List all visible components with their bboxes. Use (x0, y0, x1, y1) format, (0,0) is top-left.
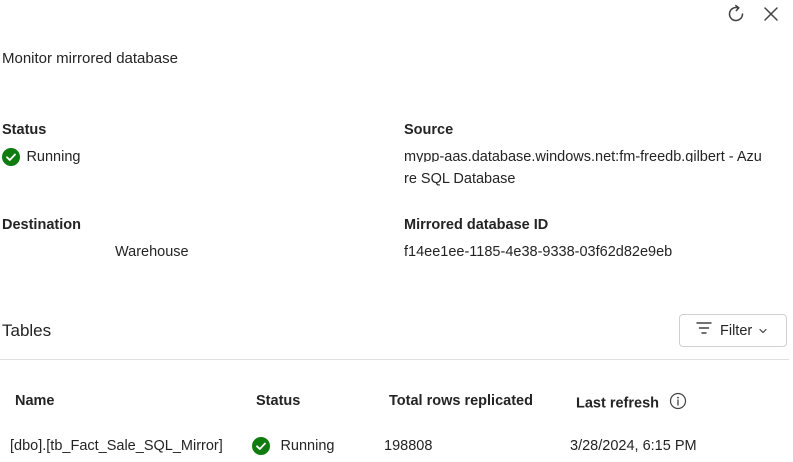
mirrored-database-id-label: Mirrored database ID (404, 217, 549, 233)
column-header-name[interactable]: Name (15, 393, 55, 409)
source-value-line1: mypp-aas.database.windows.net:fm-freedb.… (404, 149, 762, 162)
info-icon[interactable] (669, 392, 687, 415)
row-last-refresh: 3/28/2024, 6:15 PM (570, 438, 697, 454)
check-circle-icon (252, 437, 270, 455)
source-label: Source (404, 122, 454, 138)
status-text: Running (26, 149, 81, 165)
row-total-rows: 198808 (384, 438, 433, 454)
filter-button[interactable]: Filter (679, 314, 787, 347)
row-status: Running (252, 437, 334, 455)
column-header-status[interactable]: Status (256, 393, 300, 409)
section-divider (0, 359, 789, 360)
column-header-last-refresh[interactable]: Last refresh (576, 392, 687, 415)
filter-label: Filter (720, 322, 753, 339)
page-title: Monitor mirrored database (2, 50, 178, 67)
row-name: [dbo].[tb_Fact_Sale_SQL_Mirror] (10, 438, 223, 454)
status-value: Running (2, 148, 80, 166)
refresh-icon[interactable] (724, 2, 748, 26)
filter-icon (696, 321, 712, 340)
mirrored-database-id-value: f14ee1ee-1185-4e38-9338-03f62d82e9eb (404, 244, 673, 260)
check-circle-icon (2, 148, 20, 166)
row-status-text: Running (280, 438, 335, 454)
monitor-mirrored-database-panel: Monitor mirrored database Status Running… (0, 0, 793, 462)
chevron-down-icon (758, 322, 768, 340)
destination-value: Warehouse (115, 244, 189, 260)
tables-heading: Tables (2, 321, 52, 340)
status-label: Status (2, 122, 47, 138)
last-refresh-label: Last refresh (576, 395, 660, 412)
source-value-line1-clip: mypp-aas.database.windows.net:fm-freedb.… (404, 140, 785, 162)
close-icon[interactable] (759, 2, 783, 26)
column-header-total-rows[interactable]: Total rows replicated (389, 393, 533, 409)
destination-label: Destination (2, 217, 81, 233)
source-value-line2: re SQL Database (404, 171, 516, 187)
